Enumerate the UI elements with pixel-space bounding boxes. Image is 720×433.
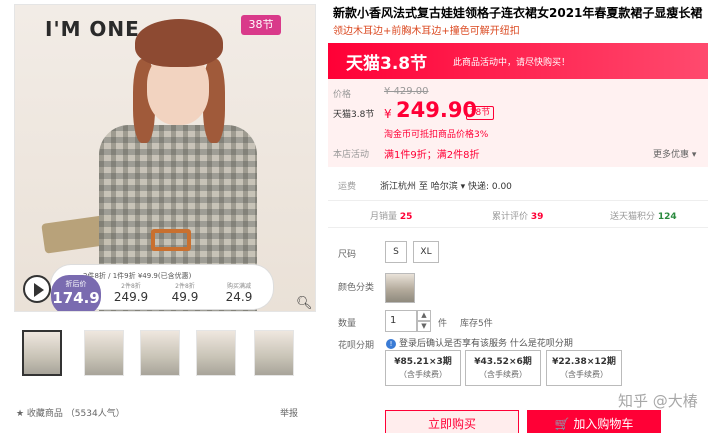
- huabei-plan-6[interactable]: ¥43.52×6期 （含手续费）: [465, 350, 541, 386]
- original-price-label: 价格: [333, 90, 352, 100]
- price-tag: 38节: [466, 106, 494, 120]
- monthly-sales-label: 月销量: [370, 212, 398, 222]
- zoom-icon[interactable]: 🔍︎: [296, 296, 313, 311]
- huabei-plan-12[interactable]: ¥22.38×12期 （含手续费）: [546, 350, 622, 386]
- review-count-label: 累计评价: [492, 212, 529, 222]
- plan-fee: （含手续费）: [560, 370, 608, 379]
- overlay-banner: 2件8折 / 1件9折 ¥49.9(已含优惠): [83, 272, 192, 280]
- huabei-notice[interactable]: ! 登录后确认是否享有该服务 什么是花呗分期: [386, 336, 573, 349]
- review-count-value: 39: [530, 212, 544, 222]
- huabei-notice-text: 登录后确认是否享有该服务 什么是花呗分期: [399, 339, 573, 349]
- tmall-logo: 天猫3.8节: [346, 54, 428, 74]
- overlay-main-price: 折后价 174.9: [51, 275, 101, 311]
- quantity-label: 数量: [338, 319, 357, 329]
- promo-label: 本店活动: [333, 150, 370, 160]
- plan-fee: （含手续费）: [479, 370, 527, 379]
- color-swatch[interactable]: [385, 273, 415, 303]
- overlay-cell: 2件8折 249.9: [107, 281, 155, 304]
- monthly-sales: 月销量 25: [370, 209, 412, 222]
- product-subtitle: 领边木耳边+前胸木耳边+撞色可解开纽扣: [333, 26, 520, 37]
- thumbnail-strip: [22, 330, 318, 378]
- more-offers-link[interactable]: 更多优惠 ▾: [653, 147, 696, 160]
- product-title: 新款小香风法式复古娃娃领格子连衣裙女2021年春夏款裙子显瘦长裙: [333, 6, 703, 20]
- tmall-banner: 天猫3.8节 此商品活动中，请尽快购买！: [328, 43, 708, 79]
- stats-bar: 月销量 25 累计评价 39 送天猫积分 124: [328, 200, 708, 228]
- huabei-plan-3[interactable]: ¥85.21×3期 （含手续费）: [385, 350, 461, 386]
- thumbnail[interactable]: [254, 330, 294, 376]
- overlay-cell-value: 249.9: [113, 290, 149, 304]
- shipping-info[interactable]: 浙江杭州 至 哈尔滨 ▾ 快递: 0.00: [380, 179, 512, 192]
- tmall-points: 送天猫积分 124: [610, 209, 677, 222]
- thumbnail[interactable]: [196, 330, 236, 376]
- plan-fee: （含手续费）: [399, 370, 447, 379]
- report-link[interactable]: 举报: [280, 406, 298, 419]
- banner-note: 此商品活动中，请尽快购买！: [453, 58, 571, 68]
- size-label: 尺码: [338, 250, 357, 260]
- favorite-link[interactable]: ★ 收藏商品 （5534人气）: [16, 406, 125, 419]
- thumbnail[interactable]: [84, 330, 124, 376]
- tmall-points-value: 124: [657, 212, 677, 222]
- monthly-sales-value: 25: [399, 212, 413, 222]
- overlay-cell: 购买满减 24.9: [215, 281, 263, 304]
- review-count[interactable]: 累计评价 39: [492, 209, 543, 222]
- quantity-decrease-icon[interactable]: ▼: [417, 321, 431, 332]
- coin-discount: 淘金币可抵扣商品价格3%: [384, 130, 489, 140]
- overlay-cell-label: 购买满减: [226, 283, 251, 290]
- size-option-s[interactable]: S: [385, 241, 407, 263]
- quantity-input[interactable]: 1: [385, 310, 417, 332]
- huabei-label: 花呗分期: [338, 341, 375, 351]
- info-icon: !: [386, 339, 396, 349]
- main-product-image[interactable]: I'M ONE 38节 2件8折 / 1件9折 ¥49.9(已含优惠) 折后价 …: [14, 4, 316, 312]
- plan-amount: ¥43.52×6期: [474, 357, 532, 367]
- tmall-points-label: 送天猫积分: [610, 212, 656, 222]
- brand-logo: I'M ONE: [45, 17, 140, 41]
- original-price: ¥ 429.00: [384, 86, 429, 97]
- quantity-increase-icon[interactable]: ▲: [417, 310, 431, 321]
- stock-count: 库存5件: [460, 319, 493, 329]
- shipping-label: 运费: [338, 182, 357, 192]
- play-video-icon[interactable]: [23, 275, 51, 303]
- currency-symbol: ¥: [384, 107, 392, 121]
- product-page: I'M ONE 38节 2件8折 / 1件9折 ¥49.9(已含优惠) 折后价 …: [0, 0, 720, 433]
- overlay-main-label: 折后价: [65, 280, 87, 288]
- add-to-cart-button[interactable]: 🛒 加入购物车: [527, 410, 661, 433]
- current-price: 249.90: [396, 98, 478, 122]
- plan-amount: ¥85.21×3期: [394, 357, 452, 367]
- plan-amount: ¥22.38×12期: [552, 357, 616, 367]
- overlay-cell-value: 24.9: [225, 290, 253, 304]
- size-option-xl[interactable]: XL: [413, 241, 439, 263]
- overlay-cell-label: 2件8折: [121, 283, 141, 290]
- overlay-cell: 2件8折 49.9: [161, 281, 209, 304]
- overlay-cell-label: 2件8折: [175, 283, 195, 290]
- overlay-cell-value: 49.9: [171, 290, 199, 304]
- promo-text: 满1件9折；满2件8折: [384, 150, 480, 161]
- current-price-label: 天猫3.8节: [333, 110, 375, 120]
- color-label: 颜色分类: [338, 283, 375, 293]
- thumbnail[interactable]: [140, 330, 180, 376]
- beret-shape: [135, 19, 223, 67]
- promo-badge: 38节: [241, 15, 281, 35]
- buy-now-button[interactable]: 立即购买: [385, 410, 519, 433]
- quantity-unit: 件: [438, 319, 448, 329]
- watermark: 知乎 @大椿: [618, 392, 698, 410]
- thumbnail[interactable]: [22, 330, 62, 376]
- overlay-main-value: 174.9: [52, 289, 100, 307]
- belt-buckle: [151, 229, 191, 251]
